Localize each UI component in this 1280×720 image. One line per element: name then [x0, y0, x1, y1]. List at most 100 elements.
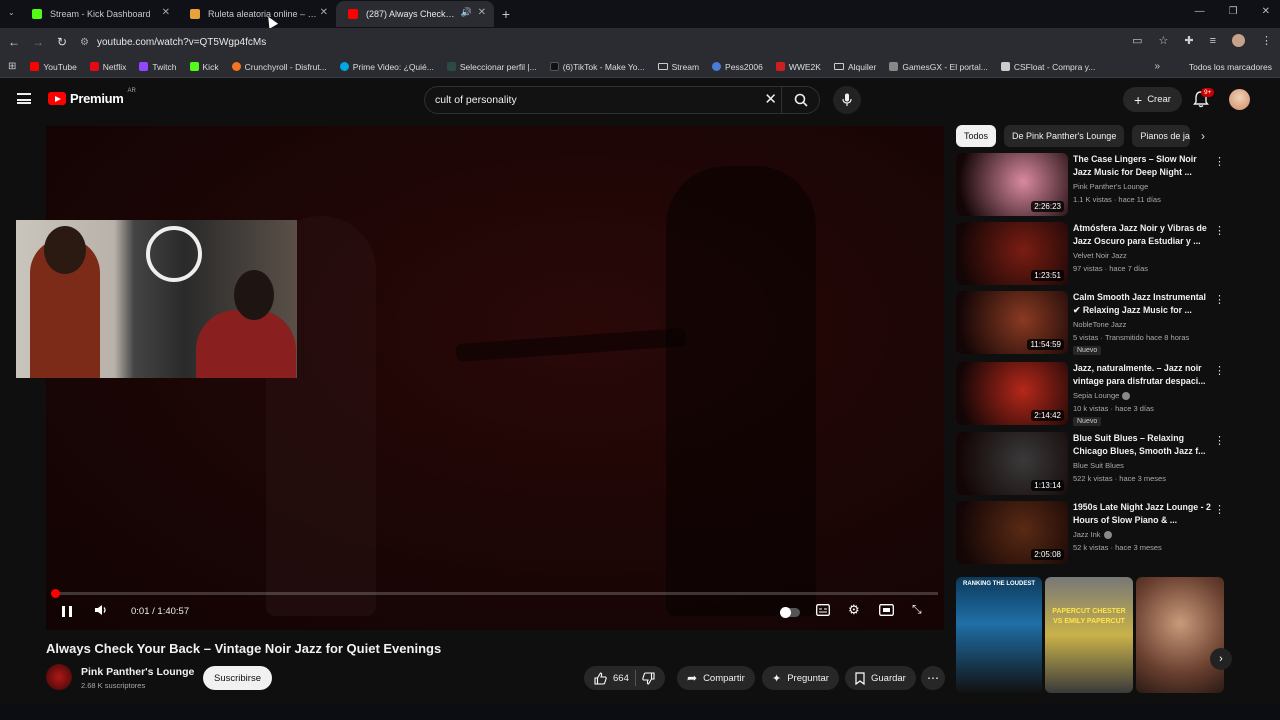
reading-list-icon[interactable]: ≡: [1210, 35, 1216, 47]
recommendation-title[interactable]: The Case Lingers – Slow Noir Jazz Music …: [1073, 153, 1213, 179]
site-info-icon[interactable]: ⚙: [80, 37, 89, 48]
more-actions-icon[interactable]: ⋯: [921, 666, 945, 690]
recommendation-channel[interactable]: NobleTone Jazz: [1073, 320, 1126, 329]
recommendation-channel[interactable]: Blue Suit Blues: [1073, 461, 1124, 470]
short-item[interactable]: PAPERCUT CHESTER VS EMILY PAPERCUT: [1045, 577, 1133, 693]
recommendation-title[interactable]: 1950s Late Night Jazz Lounge - 2 Hours o…: [1073, 501, 1213, 527]
recommendation-item[interactable]: 2:26:23 The Case Lingers – Slow Noir Jazz…: [956, 153, 1226, 217]
recommendation-channel[interactable]: Sepia Lounge: [1073, 391, 1131, 401]
recommendation-channel[interactable]: Jazz Ink: [1073, 530, 1112, 540]
tab-kick-dashboard[interactable]: Stream - Kick Dashboard ✕: [20, 1, 178, 27]
more-options-icon[interactable]: ⋮: [1214, 503, 1225, 516]
settings-gear-icon[interactable]: ⚙: [848, 602, 860, 618]
search-input[interactable]: cult of personality: [435, 94, 517, 106]
close-tab-icon[interactable]: ✕: [478, 7, 486, 18]
recommendation-channel[interactable]: Pink Panther's Lounge: [1073, 182, 1148, 191]
profile-avatar[interactable]: [1232, 34, 1245, 47]
autoplay-toggle[interactable]: [780, 607, 800, 618]
save-button[interactable]: Guardar: [845, 666, 916, 690]
close-window-icon[interactable]: ✕: [1262, 6, 1270, 17]
create-button[interactable]: + Crear: [1123, 87, 1182, 112]
recommendation-item[interactable]: 2:14:42 Jazz, naturalmente. – Jazz noir v…: [956, 362, 1226, 426]
recommendation-item[interactable]: 1:23:51 Atmósfera Jazz Noir y Vibras de J…: [956, 222, 1226, 286]
chip-channel[interactable]: De Pink Panther's Lounge: [1004, 125, 1125, 147]
recommendation-title[interactable]: Blue Suit Blues – Relaxing Chicago Blues…: [1073, 432, 1213, 458]
channel-avatar[interactable]: [46, 664, 72, 690]
video-thumbnail[interactable]: 2:14:42: [956, 362, 1068, 425]
like-button[interactable]: 664: [594, 671, 629, 685]
short-item[interactable]: RANKING THE LOUDEST: [956, 577, 1042, 693]
seek-bar[interactable]: [51, 589, 938, 598]
video-thumbnail[interactable]: 11:54:59: [956, 291, 1068, 354]
video-player[interactable]: 0:01 / 1:40:57 ⚙ ⤡: [46, 126, 944, 630]
close-tab-icon[interactable]: ✕: [320, 7, 328, 18]
bookmark-csfloat[interactable]: CSFloat - Compra y...: [1000, 62, 1095, 72]
all-bookmarks-folder[interactable]: Todos los marcadores: [1185, 62, 1272, 72]
bookmark-kick[interactable]: Kick: [189, 62, 219, 72]
bookmark-wwe2k[interactable]: WWE2K: [775, 62, 821, 72]
more-bookmarks-icon[interactable]: »: [1154, 61, 1160, 72]
pause-button[interactable]: [62, 606, 72, 617]
voice-search-button[interactable]: [833, 86, 861, 114]
bookmark-seleccionar-perfil[interactable]: Seleccionar perfil |...: [446, 62, 537, 72]
more-options-icon[interactable]: ⋮: [1214, 364, 1225, 377]
back-icon[interactable]: ←: [2, 35, 26, 49]
recommendation-title[interactable]: Jazz, naturalmente. – Jazz noir vintage …: [1073, 362, 1213, 388]
clear-search-icon[interactable]: ✕: [764, 90, 777, 108]
fullscreen-icon[interactable]: ⤡: [912, 602, 922, 617]
seek-handle[interactable]: [51, 589, 60, 598]
minimize-icon[interactable]: —: [1195, 6, 1205, 17]
bookmark-crunchyroll[interactable]: Crunchyroll - Disfrut...: [231, 62, 327, 72]
recommendation-channel[interactable]: Velvet Noir Jazz: [1073, 251, 1127, 260]
bookmark-gamesgx[interactable]: GamesGX - El portal...: [889, 62, 988, 72]
chevron-right-icon[interactable]: ›: [1201, 129, 1205, 143]
subtitles-icon[interactable]: [816, 604, 830, 619]
audio-playing-icon[interactable]: 🔊: [461, 7, 472, 18]
recommendation-title[interactable]: Calm Smooth Jazz Instrumental ✔ Relaxing…: [1073, 291, 1213, 317]
cast-icon[interactable]: ▭: [1132, 34, 1142, 47]
channel-name[interactable]: Pink Panther's Lounge: [81, 666, 194, 678]
maximize-icon[interactable]: ❐: [1229, 6, 1238, 17]
more-options-icon[interactable]: ⋮: [1214, 155, 1225, 168]
tab-ruleta[interactable]: Ruleta aleatoria online – ruleta ✕: [178, 1, 336, 27]
bookmark-folder-stream[interactable]: Stream: [657, 62, 699, 72]
reload-icon[interactable]: ↻: [50, 35, 74, 49]
video-thumbnail[interactable]: 1:23:51: [956, 222, 1068, 285]
bookmark-netflix[interactable]: Netflix: [89, 62, 126, 72]
thumbs-down-icon[interactable]: [642, 671, 655, 685]
tab-search-icon[interactable]: ⌄: [8, 8, 15, 17]
bookmark-prime-video[interactable]: Prime Video: ¿Quié...: [339, 62, 434, 72]
browser-menu-icon[interactable]: ⋮: [1261, 34, 1272, 47]
bookmark-youtube[interactable]: YouTube: [30, 62, 77, 72]
ask-button[interactable]: ✦ Preguntar: [762, 666, 839, 690]
search-box[interactable]: cult of personality ✕: [424, 86, 820, 114]
recommendation-title[interactable]: Atmósfera Jazz Noir y Vibras de Jazz Osc…: [1073, 222, 1213, 248]
recommendation-item[interactable]: 1:13:14 Blue Suit Blues – Relaxing Chicag…: [956, 432, 1226, 496]
theater-mode-icon[interactable]: [879, 604, 894, 619]
chip-pianos[interactable]: Pianos de jazz: [1132, 125, 1191, 147]
bookmark-star-icon[interactable]: ☆: [1158, 34, 1168, 47]
shorts-next-icon[interactable]: ›: [1210, 648, 1232, 670]
more-options-icon[interactable]: ⋮: [1214, 224, 1225, 237]
tab-youtube-video[interactable]: (287) Always Check Your Back 🔊 ✕: [336, 1, 494, 27]
chip-all[interactable]: Todos: [956, 125, 997, 147]
video-thumbnail[interactable]: 2:05:08: [956, 501, 1068, 564]
forward-icon[interactable]: →: [26, 35, 50, 49]
bookmark-twitch[interactable]: Twitch: [139, 62, 177, 72]
menu-icon[interactable]: [17, 93, 31, 104]
more-options-icon[interactable]: ⋮: [1214, 293, 1225, 306]
close-tab-icon[interactable]: ✕: [162, 7, 170, 18]
apps-grid-icon[interactable]: ⊞: [8, 61, 16, 72]
youtube-logo[interactable]: Premium AR: [48, 88, 136, 106]
new-tab-button[interactable]: +: [494, 6, 518, 22]
recommendation-item[interactable]: 11:54:59 Calm Smooth Jazz Instrumental ✔ …: [956, 291, 1226, 355]
account-avatar[interactable]: [1229, 89, 1250, 110]
search-button[interactable]: [781, 87, 819, 113]
bookmark-tiktok[interactable]: (6)TikTok - Make Yo...: [549, 62, 645, 72]
share-button[interactable]: ➦ Compartir: [677, 666, 755, 690]
short-item[interactable]: [1136, 577, 1224, 693]
extensions-icon[interactable]: ✚: [1184, 34, 1193, 47]
video-thumbnail[interactable]: 2:26:23: [956, 153, 1068, 216]
recommendation-item[interactable]: 2:05:08 1950s Late Night Jazz Lounge - 2 …: [956, 501, 1226, 565]
more-options-icon[interactable]: ⋮: [1214, 434, 1225, 447]
